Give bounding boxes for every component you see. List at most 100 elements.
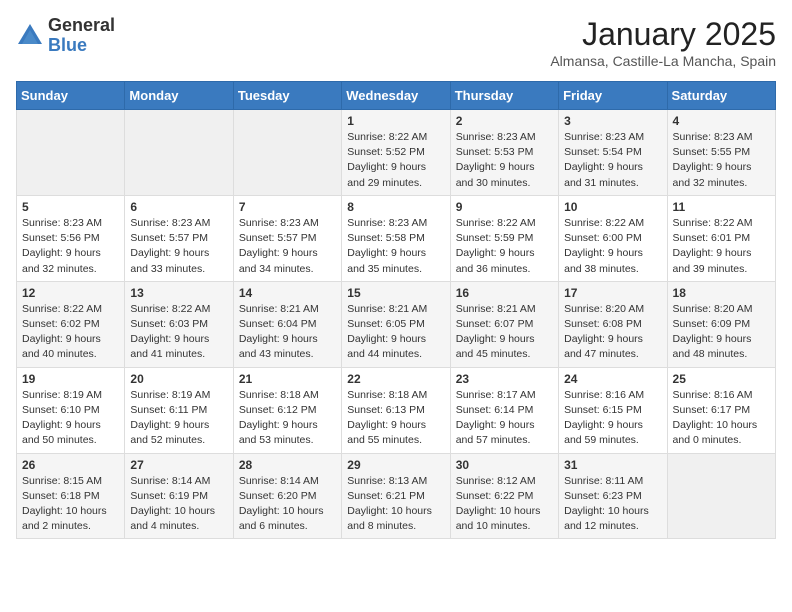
calendar-cell: 25 Sunrise: 8:16 AM Sunset: 6:17 PM Dayli…: [667, 367, 775, 453]
day-info: Sunrise: 8:21 AM Sunset: 6:04 PM Dayligh…: [239, 302, 336, 363]
day-info: Sunrise: 8:23 AM Sunset: 5:53 PM Dayligh…: [456, 130, 553, 191]
day-number: 30: [456, 458, 553, 472]
day-number: 1: [347, 114, 444, 128]
day-number: 29: [347, 458, 444, 472]
calendar-cell: 13 Sunrise: 8:22 AM Sunset: 6:03 PM Dayli…: [125, 281, 233, 367]
day-info: Sunrise: 8:15 AM Sunset: 6:18 PM Dayligh…: [22, 474, 119, 535]
day-number: 13: [130, 286, 227, 300]
day-info: Sunrise: 8:23 AM Sunset: 5:54 PM Dayligh…: [564, 130, 661, 191]
day-number: 4: [673, 114, 770, 128]
calendar-cell: 22Sunrise: 8:18 AM Sunset: 6:13 PM Dayli…: [342, 367, 450, 453]
day-number: 31: [564, 458, 661, 472]
day-number: 7: [239, 200, 336, 214]
day-header-wednesday: Wednesday: [342, 82, 450, 110]
day-info: Sunrise: 8:22 AM Sunset: 5:52 PM Dayligh…: [347, 130, 444, 191]
day-info: Sunrise: 8:22 AM Sunset: 6:00 PM Dayligh…: [564, 216, 661, 277]
day-header-friday: Friday: [559, 82, 667, 110]
logo-general: General: [48, 16, 115, 36]
day-number: 11: [673, 200, 770, 214]
day-number: 20: [130, 372, 227, 386]
month-year: January 2025: [550, 16, 776, 53]
day-info: Sunrise: 8:22 AM Sunset: 6:01 PM Dayligh…: [673, 216, 770, 277]
calendar-cell: [125, 110, 233, 196]
day-info: Sunrise: 8:19 AM Sunset: 6:10 PM Dayligh…: [22, 388, 119, 449]
day-info: Sunrise: 8:17 AM Sunset: 6:14 PM Dayligh…: [456, 388, 553, 449]
calendar-week-2: 5Sunrise: 8:23 AM Sunset: 5:56 PM Daylig…: [17, 195, 776, 281]
day-number: 17: [564, 286, 661, 300]
calendar-cell: 18 Sunrise: 8:20 AM Sunset: 6:09 PM Dayli…: [667, 281, 775, 367]
calendar-cell: 5Sunrise: 8:23 AM Sunset: 5:56 PM Daylig…: [17, 195, 125, 281]
day-info: Sunrise: 8:23 AM Sunset: 5:57 PM Dayligh…: [239, 216, 336, 277]
day-header-tuesday: Tuesday: [233, 82, 341, 110]
day-info: Sunrise: 8:22 AM Sunset: 6:02 PM Dayligh…: [22, 302, 119, 363]
calendar-cell: 27Sunrise: 8:14 AM Sunset: 6:19 PM Dayli…: [125, 453, 233, 539]
day-number: 18: [673, 286, 770, 300]
day-info: Sunrise: 8:21 AM Sunset: 6:05 PM Dayligh…: [347, 302, 444, 363]
day-number: 26: [22, 458, 119, 472]
calendar-cell: 15 Sunrise: 8:21 AM Sunset: 6:05 PM Dayli…: [342, 281, 450, 367]
day-header-thursday: Thursday: [450, 82, 558, 110]
day-info: Sunrise: 8:20 AM Sunset: 6:09 PM Dayligh…: [673, 302, 770, 363]
calendar-cell: [667, 453, 775, 539]
calendar-cell: 26 Sunrise: 8:15 AM Sunset: 6:18 PM Dayli…: [17, 453, 125, 539]
calendar-week-3: 12 Sunrise: 8:22 AM Sunset: 6:02 PM Dayli…: [17, 281, 776, 367]
logo-icon: [16, 22, 44, 50]
location: Almansa, Castille-La Mancha, Spain: [550, 53, 776, 69]
calendar-cell: 10 Sunrise: 8:22 AM Sunset: 6:00 PM Dayli…: [559, 195, 667, 281]
day-info: Sunrise: 8:20 AM Sunset: 6:08 PM Dayligh…: [564, 302, 661, 363]
calendar-week-1: 1 Sunrise: 8:22 AM Sunset: 5:52 PM Daylig…: [17, 110, 776, 196]
day-number: 25: [673, 372, 770, 386]
day-header-monday: Monday: [125, 82, 233, 110]
day-info: Sunrise: 8:21 AM Sunset: 6:07 PM Dayligh…: [456, 302, 553, 363]
day-number: 15: [347, 286, 444, 300]
calendar-cell: 29 Sunrise: 8:13 AM Sunset: 6:21 PM Dayli…: [342, 453, 450, 539]
calendar-week-5: 26 Sunrise: 8:15 AM Sunset: 6:18 PM Dayli…: [17, 453, 776, 539]
day-number: 14: [239, 286, 336, 300]
day-info: Sunrise: 8:22 AM Sunset: 5:59 PM Dayligh…: [456, 216, 553, 277]
calendar-cell: 21 Sunrise: 8:18 AM Sunset: 6:12 PM Dayli…: [233, 367, 341, 453]
calendar-cell: 6 Sunrise: 8:23 AM Sunset: 5:57 PM Daylig…: [125, 195, 233, 281]
day-info: Sunrise: 8:16 AM Sunset: 6:17 PM Dayligh…: [673, 388, 770, 449]
calendar-cell: 3Sunrise: 8:23 AM Sunset: 5:54 PM Daylig…: [559, 110, 667, 196]
day-number: 6: [130, 200, 227, 214]
day-info: Sunrise: 8:23 AM Sunset: 5:57 PM Dayligh…: [130, 216, 227, 277]
calendar-cell: 11 Sunrise: 8:22 AM Sunset: 6:01 PM Dayli…: [667, 195, 775, 281]
calendar-cell: 20 Sunrise: 8:19 AM Sunset: 6:11 PM Dayli…: [125, 367, 233, 453]
calendar-cell: 30 Sunrise: 8:12 AM Sunset: 6:22 PM Dayli…: [450, 453, 558, 539]
calendar-cell: 8Sunrise: 8:23 AM Sunset: 5:58 PM Daylig…: [342, 195, 450, 281]
day-info: Sunrise: 8:12 AM Sunset: 6:22 PM Dayligh…: [456, 474, 553, 535]
day-number: 24: [564, 372, 661, 386]
day-info: Sunrise: 8:18 AM Sunset: 6:12 PM Dayligh…: [239, 388, 336, 449]
calendar-body: 1 Sunrise: 8:22 AM Sunset: 5:52 PM Daylig…: [17, 110, 776, 539]
calendar-cell: 4 Sunrise: 8:23 AM Sunset: 5:55 PM Daylig…: [667, 110, 775, 196]
calendar-cell: 17 Sunrise: 8:20 AM Sunset: 6:08 PM Dayli…: [559, 281, 667, 367]
calendar-cell: [233, 110, 341, 196]
day-number: 27: [130, 458, 227, 472]
day-number: 21: [239, 372, 336, 386]
calendar-cell: [17, 110, 125, 196]
calendar-cell: 14 Sunrise: 8:21 AM Sunset: 6:04 PM Dayli…: [233, 281, 341, 367]
day-number: 12: [22, 286, 119, 300]
day-info: Sunrise: 8:23 AM Sunset: 5:55 PM Dayligh…: [673, 130, 770, 191]
day-number: 28: [239, 458, 336, 472]
day-number: 22: [347, 372, 444, 386]
calendar-week-4: 19Sunrise: 8:19 AM Sunset: 6:10 PM Dayli…: [17, 367, 776, 453]
calendar-cell: 16Sunrise: 8:21 AM Sunset: 6:07 PM Dayli…: [450, 281, 558, 367]
day-info: Sunrise: 8:22 AM Sunset: 6:03 PM Dayligh…: [130, 302, 227, 363]
calendar-table: SundayMondayTuesdayWednesdayThursdayFrid…: [16, 81, 776, 539]
day-info: Sunrise: 8:19 AM Sunset: 6:11 PM Dayligh…: [130, 388, 227, 449]
calendar-cell: 1 Sunrise: 8:22 AM Sunset: 5:52 PM Daylig…: [342, 110, 450, 196]
calendar-cell: 28 Sunrise: 8:14 AM Sunset: 6:20 PM Dayli…: [233, 453, 341, 539]
calendar-cell: 7 Sunrise: 8:23 AM Sunset: 5:57 PM Daylig…: [233, 195, 341, 281]
day-info: Sunrise: 8:16 AM Sunset: 6:15 PM Dayligh…: [564, 388, 661, 449]
day-info: Sunrise: 8:23 AM Sunset: 5:56 PM Dayligh…: [22, 216, 119, 277]
calendar-cell: 9Sunrise: 8:22 AM Sunset: 5:59 PM Daylig…: [450, 195, 558, 281]
day-info: Sunrise: 8:23 AM Sunset: 5:58 PM Dayligh…: [347, 216, 444, 277]
day-info: Sunrise: 8:14 AM Sunset: 6:20 PM Dayligh…: [239, 474, 336, 535]
day-number: 10: [564, 200, 661, 214]
day-header-sunday: Sunday: [17, 82, 125, 110]
days-of-week-row: SundayMondayTuesdayWednesdayThursdayFrid…: [17, 82, 776, 110]
day-number: 23: [456, 372, 553, 386]
day-info: Sunrise: 8:13 AM Sunset: 6:21 PM Dayligh…: [347, 474, 444, 535]
calendar-header: SundayMondayTuesdayWednesdayThursdayFrid…: [17, 82, 776, 110]
